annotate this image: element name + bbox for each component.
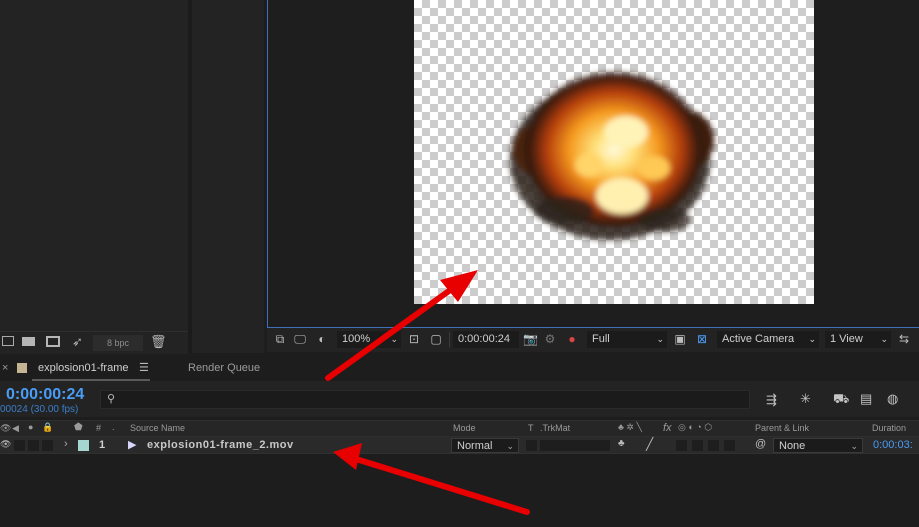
col-duration: Duration xyxy=(872,423,907,433)
new-folder-icon[interactable] xyxy=(22,337,35,346)
timeline-empty-area[interactable] xyxy=(0,454,919,527)
frame-blending-icon[interactable]: ▤ xyxy=(860,391,872,407)
color-channels-icon[interactable]: ● xyxy=(565,332,579,346)
layer-audio-toggle[interactable] xyxy=(14,440,25,451)
composition-label-color xyxy=(17,363,27,373)
reset-exposure-icon[interactable]: ⇆ xyxy=(897,332,911,346)
solo-icon[interactable]: ● xyxy=(28,422,33,432)
layer-search-input[interactable]: ⚲ xyxy=(100,390,750,409)
zoom-dropdown[interactable]: 100% ⌄ xyxy=(337,331,401,348)
blend-mode-value: Normal xyxy=(457,440,493,452)
expand-chevron-icon[interactable]: › xyxy=(64,438,68,450)
show-snapshot-icon[interactable]: ⚙ xyxy=(543,332,557,346)
footage-icon: ▶ xyxy=(128,439,137,451)
audio-icon[interactable]: ◀ xyxy=(12,423,19,434)
toggle-transparency-grid-icon[interactable]: ⊠ xyxy=(695,332,709,346)
layer-label-color[interactable] xyxy=(78,440,89,451)
trkmat-toggle[interactable] xyxy=(540,440,610,451)
blend-mode-dropdown[interactable]: Normal ⌄ xyxy=(451,438,519,453)
composition-flowchart-icon[interactable]: ⇶ xyxy=(766,392,777,408)
project-bottom-toolbar: ➶ 8 bpc 🗑 xyxy=(0,331,188,354)
switches-icons-right: ◎ ◐ ◔ ⬡ xyxy=(678,422,713,432)
motion-blur-switch[interactable] xyxy=(708,440,719,451)
camera-snapshot-icon[interactable]: 📷 xyxy=(523,332,538,346)
trash-icon[interactable]: 🗑 xyxy=(150,334,167,350)
col-dot: . xyxy=(112,422,115,432)
layer-visibility-icon[interactable]: 👁 xyxy=(0,439,11,450)
parent-dropdown[interactable]: None ⌄ xyxy=(773,438,863,453)
layer-name[interactable]: explosion01-frame_2.mov xyxy=(147,439,294,451)
chevron-down-icon: ⌄ xyxy=(850,441,858,451)
region-of-interest-icon[interactable]: ⊡ xyxy=(407,332,421,346)
layer-duration[interactable]: 0:00:03: xyxy=(873,439,913,451)
side-panel xyxy=(192,0,264,353)
new-composition-icon[interactable] xyxy=(46,336,60,347)
camera-value: Active Camera xyxy=(722,333,795,345)
tab-composition[interactable]: × explosion01-frame ☰ xyxy=(0,356,150,381)
transparency-grid-icon[interactable]: ▢ xyxy=(429,332,443,346)
motion-blur-icon[interactable]: ◍ xyxy=(887,391,898,407)
layer-row[interactable]: 👁 › 1 ▶ explosion01-frame_2.mov Normal ⌄… xyxy=(0,437,919,454)
search-icon: ⚲ xyxy=(107,393,116,405)
viewer-timecode[interactable]: 0:00:00:24 xyxy=(453,331,519,348)
interpret-footage-icon[interactable] xyxy=(2,336,14,346)
camera-dropdown[interactable]: Active Camera ⌄ xyxy=(717,331,819,348)
view-layout-value: 1 View xyxy=(830,333,863,345)
col-mode: Mode xyxy=(453,423,476,433)
adjustment-switch[interactable] xyxy=(724,440,735,451)
col-parent-link: Parent & Link xyxy=(755,423,810,433)
quality-switch-icon[interactable]: ╱ xyxy=(646,437,653,451)
shy-switch-icon[interactable]: ♣ xyxy=(618,438,625,449)
transparency-grid[interactable] xyxy=(414,0,814,304)
project-panel xyxy=(0,0,188,353)
switches-icons: ♣ ✲ ╲ xyxy=(618,422,642,432)
viewer-toolbar: ⧉ 🖵 ◐ 100% ⌄ ⊡ ▢ 0:00:00:24 📷 ⚙ ● Full ⌄… xyxy=(267,328,919,352)
resolution-dropdown[interactable]: Full ⌄ xyxy=(587,331,667,348)
layer-index: 1 xyxy=(99,439,106,451)
effect-switch[interactable] xyxy=(676,440,687,451)
render-rocket-icon[interactable]: ➶ xyxy=(72,334,83,350)
monitor-icon[interactable]: 🖵 xyxy=(293,332,307,346)
explosion-image xyxy=(510,72,714,240)
current-time-display[interactable]: 0:00:00:24 xyxy=(6,386,84,404)
col-t: T xyxy=(528,423,534,433)
resolution-value: Full xyxy=(592,333,610,345)
chevron-down-icon: ⌄ xyxy=(390,334,398,344)
panel-menu-icon[interactable]: ☰ xyxy=(139,361,149,374)
bit-depth-button[interactable]: 8 bpc xyxy=(93,335,143,351)
frame-count-display: 00024 (30.00 fps) xyxy=(0,404,79,415)
view-layout-dropdown[interactable]: 1 View ⌄ xyxy=(825,331,891,348)
draft-3d-icon[interactable]: ✳ xyxy=(800,391,811,407)
frame-blend-switch[interactable] xyxy=(692,440,703,451)
layer-lock-toggle[interactable] xyxy=(42,440,53,451)
parent-value: None xyxy=(779,440,806,452)
vr-mask-icon[interactable]: ◐ xyxy=(315,332,329,346)
eye-icon[interactable]: 👁 xyxy=(0,423,11,434)
shy-layers-icon[interactable]: ⛟ xyxy=(833,391,849,409)
close-icon[interactable]: × xyxy=(2,362,8,374)
chevron-down-icon: ⌄ xyxy=(808,334,816,344)
pick-whip-icon[interactable]: @ xyxy=(755,438,766,450)
col-trkmat: .TrkMat xyxy=(540,423,571,433)
label-tag-icon[interactable]: ⬟ xyxy=(74,422,83,433)
layer-column-header: 👁 ◀ ● 🔒 ⬟ # . Source Name Mode T .TrkMat… xyxy=(0,420,919,437)
tab-render-queue[interactable]: Render Queue xyxy=(188,362,260,374)
tab-composition-label: explosion01-frame xyxy=(38,362,129,374)
fast-previews-icon[interactable]: ▣ xyxy=(673,332,687,346)
chevron-down-icon: ⌄ xyxy=(880,334,888,344)
always-preview-icon[interactable]: ⧉ xyxy=(273,332,287,346)
lock-icon[interactable]: 🔒 xyxy=(42,422,53,433)
layer-solo-toggle[interactable] xyxy=(28,440,39,451)
toolbar-divider xyxy=(449,332,450,347)
preserve-transparency-toggle[interactable] xyxy=(526,440,537,451)
col-index: # xyxy=(96,423,102,433)
col-source-name[interactable]: Source Name xyxy=(130,423,185,433)
chevron-down-icon: ⌄ xyxy=(506,441,514,451)
zoom-value: 100% xyxy=(342,333,371,345)
col-fx: fx xyxy=(663,422,672,434)
chevron-down-icon: ⌄ xyxy=(656,334,664,344)
